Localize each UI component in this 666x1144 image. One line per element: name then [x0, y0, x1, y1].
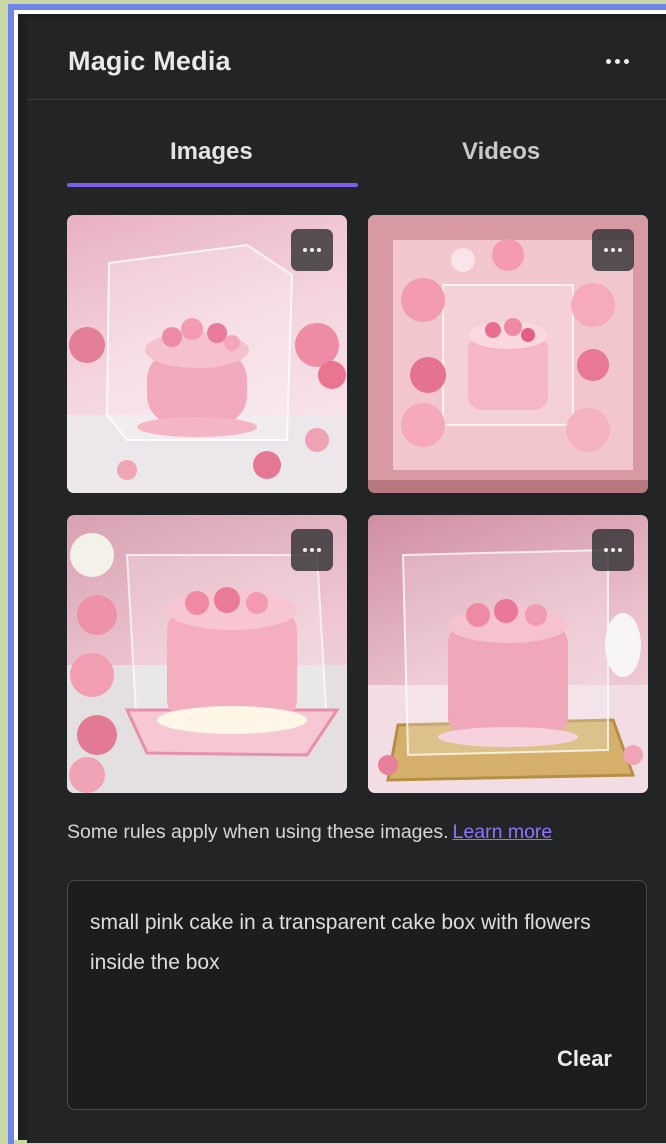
learn-more-link[interactable]: Learn more	[453, 821, 553, 843]
result-image-4[interactable]	[368, 515, 648, 793]
usage-notice-text: Some rules apply when using these images…	[67, 821, 449, 843]
image-options-button[interactable]	[291, 529, 333, 571]
image-options-button[interactable]	[291, 229, 333, 271]
clear-button[interactable]: Clear	[557, 1046, 612, 1072]
more-horizontal-icon	[303, 548, 321, 552]
tab-bar: Images Videos	[27, 100, 666, 190]
more-options-button[interactable]	[597, 46, 637, 76]
more-horizontal-icon	[604, 248, 622, 252]
panel-header: Magic Media	[27, 18, 666, 100]
active-tab-indicator	[67, 183, 358, 187]
result-image-1[interactable]	[67, 215, 347, 493]
tab-videos[interactable]: Videos	[462, 138, 540, 166]
tab-images[interactable]: Images	[170, 138, 253, 166]
result-image-3[interactable]	[67, 515, 347, 793]
more-horizontal-icon	[303, 248, 321, 252]
prompt-input[interactable]: small pink cake in a transparent cake bo…	[67, 880, 647, 1110]
more-horizontal-icon	[605, 58, 629, 64]
panel-title: Magic Media	[68, 46, 231, 76]
magic-media-panel: Magic Media Images Videos Some rules app…	[27, 18, 666, 1143]
more-horizontal-icon	[604, 548, 622, 552]
image-options-button[interactable]	[592, 229, 634, 271]
image-options-button[interactable]	[592, 529, 634, 571]
result-image-2[interactable]	[368, 215, 648, 493]
prompt-text[interactable]: small pink cake in a transparent cake bo…	[90, 903, 620, 983]
usage-notice: Some rules apply when using these images…	[67, 821, 666, 844]
